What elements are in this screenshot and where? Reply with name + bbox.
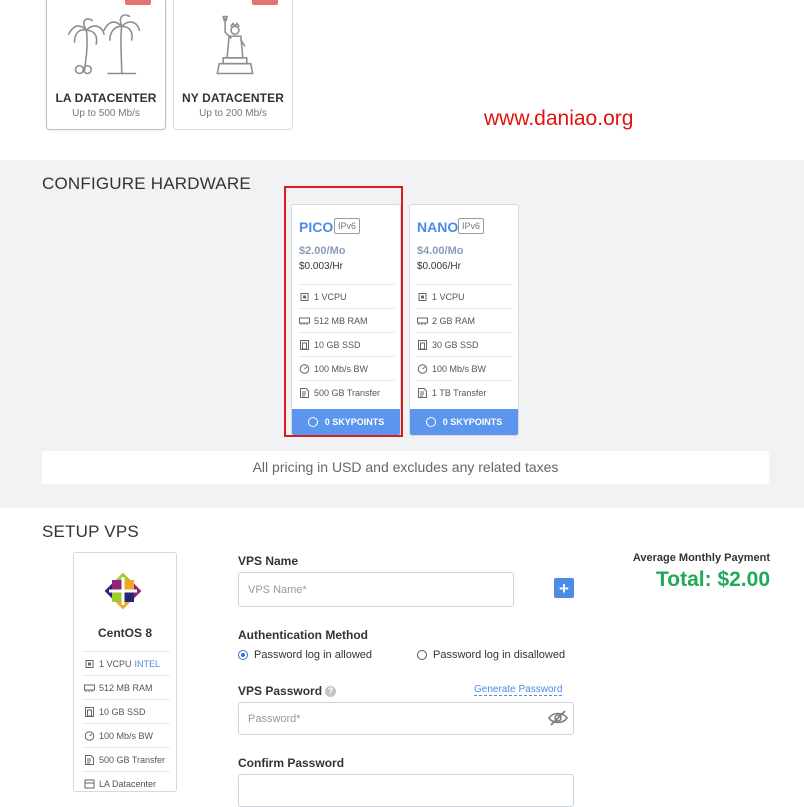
spec-label: 100 Mb/s BW (99, 730, 154, 741)
price-hourly: $0.006/Hr (417, 261, 461, 272)
total-amount: Total: $2.00 (656, 568, 770, 591)
spec-label: 100 Mb/s BW (432, 363, 487, 374)
section-title: SETUP VPS (42, 522, 139, 541)
radio-password-disallowed[interactable]: Password log in disallowed (417, 649, 565, 661)
statue-of-liberty-icon (216, 15, 254, 75)
help-icon[interactable]: ? (325, 686, 337, 697)
coin-icon (425, 417, 436, 427)
vps-name-label: VPS Name (238, 554, 299, 568)
datacenter-speed: Up to 500 Mb/s (72, 108, 140, 119)
palm-trees-icon (67, 14, 141, 75)
os-spec-transfer: 500 GB Transfer (84, 747, 170, 771)
cpu-icon (418, 292, 427, 301)
ipv6-badge: IPv6 (458, 218, 485, 234)
spec-label: 1 VCPU (432, 291, 465, 302)
plan-card-nano[interactable]: NANO IPv6 $4.00/Mo $0.006/Hr 1 VCPU 2 GB… (409, 204, 519, 436)
ram-icon (84, 684, 95, 692)
setup-vps-section: SETUP VPS CentOS 8 1 VCPU INTEL 512 MB R… (0, 508, 804, 807)
transfer-icon (85, 754, 94, 765)
eye-slash-icon[interactable] (547, 710, 569, 726)
speedometer-icon (417, 363, 428, 374)
cpu-icon (85, 659, 94, 668)
vps-password-label: VPS Password? (238, 684, 337, 698)
spec-label: 30 GB SSD (432, 339, 479, 350)
spec-label: 1 TB Transfer (432, 387, 487, 398)
us-flag-icon (252, 0, 278, 5)
radio-selected-icon (238, 650, 248, 660)
ssd-icon (85, 706, 94, 717)
plan-name: NANO (417, 219, 459, 235)
os-name: CentOS 8 (97, 626, 152, 640)
os-card-centos[interactable]: CentOS 8 1 VCPU INTEL 512 MB RAM 10 GB S… (73, 552, 177, 792)
os-spec-datacenter: LA Datacenter (84, 771, 170, 795)
radio-password-allowed[interactable]: Password log in allowed (238, 649, 372, 661)
spec-cpu: 1 VCPU (417, 284, 513, 308)
datacenter-name: NY DATACENTER (182, 91, 284, 105)
radio-unselected-icon (417, 650, 427, 660)
selection-highlight-box (284, 186, 403, 437)
datacenter-speed: Up to 200 Mb/s (199, 108, 267, 119)
average-monthly-label: Average Monthly Payment (632, 552, 770, 564)
speedometer-icon (84, 730, 95, 741)
add-icon[interactable]: + (554, 578, 574, 598)
vps-password-label-text: VPS Password (238, 684, 323, 698)
price-monthly: $4.00/Mo (417, 245, 464, 257)
spec-label: 2 GB RAM (432, 315, 476, 326)
us-flag-icon (125, 0, 151, 5)
spec-label: 512 MB RAM (99, 682, 153, 693)
spec-label: 1 VCPU (99, 658, 132, 669)
transfer-icon (418, 387, 427, 398)
confirm-password-label: Confirm Password (238, 756, 345, 770)
os-spec-ssd: 10 GB SSD (84, 699, 170, 723)
datacenter-name: LA DATACENTER (55, 91, 157, 105)
auth-method-label: Authentication Method (238, 628, 368, 642)
vps-name-input[interactable]: VPS Name* (238, 572, 514, 607)
datacenter-card-la[interactable]: LA DATACENTER Up to 500 Mb/s (46, 0, 166, 130)
datacenter-card-ny[interactable]: NY DATACENTER Up to 200 Mb/s (173, 0, 293, 130)
confirm-password-input[interactable] (238, 774, 574, 807)
spec-transfer: 1 TB Transfer (417, 380, 513, 404)
ssd-icon (418, 339, 427, 350)
radio-label: Password log in allowed (254, 649, 373, 661)
vps-password-input[interactable]: Password* (238, 702, 574, 735)
spec-bandwidth: 100 Mb/s BW (417, 356, 513, 380)
os-spec-bandwidth: 100 Mb/s BW (84, 723, 170, 747)
cpu-brand: INTEL (134, 658, 161, 669)
os-spec-ram: 512 MB RAM (84, 675, 170, 699)
spec-label: 500 GB Transfer (99, 754, 166, 765)
configure-hardware-section: CONFIGURE HARDWARE PICO IPv6 $2.00/Mo $0… (0, 160, 804, 508)
centos-logo-icon (104, 572, 142, 610)
watermark-text: www.daniao.org (484, 107, 634, 130)
spec-ram: 2 GB RAM (417, 308, 513, 332)
skypoints-button[interactable]: 0 SKYPOINTS (410, 409, 518, 435)
spec-ssd: 30 GB SSD (417, 332, 513, 356)
tax-note: All pricing in USD and excludes any rela… (42, 451, 769, 484)
datacenter-section: LA DATACENTER Up to 500 Mb/s NY DATACENT… (0, 0, 804, 160)
os-spec-cpu: 1 VCPU INTEL (84, 651, 170, 675)
generate-password-link[interactable]: Generate Password (474, 684, 563, 696)
section-title: CONFIGURE HARDWARE (42, 174, 251, 193)
skypoints-label: 0 SKYPOINTS (442, 417, 503, 427)
password-placeholder: Password* (248, 712, 301, 725)
ram-icon (417, 317, 428, 325)
radio-label: Password log in disallowed (433, 649, 566, 661)
spec-label: 10 GB SSD (99, 706, 146, 717)
